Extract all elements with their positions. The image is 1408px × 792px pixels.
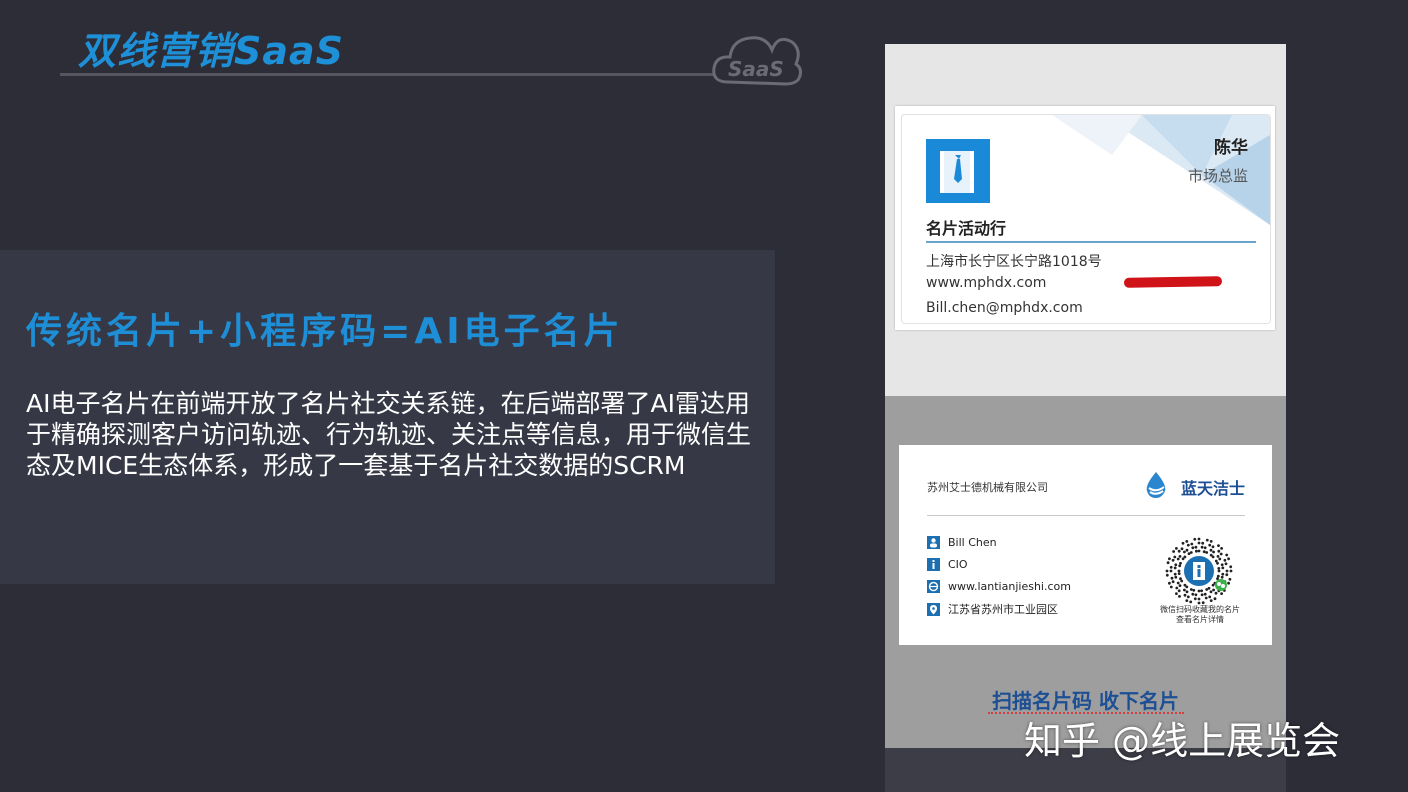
location-icon xyxy=(927,602,940,616)
card2-row-website: www.lantianjieshi.com xyxy=(927,578,1071,594)
panel-body-text: AI电子名片在前端开放了名片社交关系链，在后端部署了AI雷达用于精确探测客户访问… xyxy=(26,389,752,480)
card2-contact-website: www.lantianjieshi.com xyxy=(948,579,1071,593)
zhihu-watermark: 知乎 @线上展览会 xyxy=(1024,719,1341,763)
business-card-1-face: 陈华 市场总监 名片活动行 上海市长宁区长宁路1018号 www.mphdx.c… xyxy=(901,114,1271,324)
card-logo-icon xyxy=(926,139,990,203)
qr-caption-line-2: 查看名片详情 xyxy=(1176,615,1224,624)
business-card-1: 陈华 市场总监 名片活动行 上海市长宁区长宁路1018号 www.mphdx.c… xyxy=(895,106,1275,330)
card-holder-name: 陈华 xyxy=(1214,138,1248,158)
saas-cloud-icon: SaaS xyxy=(712,36,803,86)
card-website: www.mphdx.com xyxy=(926,275,1047,291)
card2-contact-address: 江苏省苏州市工业园区 xyxy=(948,603,1058,616)
card2-row-title: CIO xyxy=(927,556,968,572)
globe-icon xyxy=(927,579,940,593)
card-email: Bill.chen@mphdx.com xyxy=(926,300,1083,316)
panel-heading: 传统名片+小程序码=AI电子名片 xyxy=(26,311,624,352)
card-divider xyxy=(926,241,1256,243)
saas-badge-text: SaaS xyxy=(728,57,784,81)
header-divider xyxy=(60,73,715,76)
card-address: 上海市长宁区长宁路1018号 xyxy=(926,254,1102,270)
card2-contact-name: Bill Chen xyxy=(948,535,997,549)
card2-divider xyxy=(927,515,1245,516)
redacted-phone-mark xyxy=(1123,276,1223,288)
card2-row-name: Bill Chen xyxy=(927,534,997,550)
card2-contact-title: CIO xyxy=(948,557,968,571)
card2-brand-name: 蓝天洁士 xyxy=(1181,479,1246,498)
card-holder-title: 市场总监 xyxy=(1187,167,1248,185)
mini-program-code-icon[interactable] xyxy=(1161,533,1237,609)
water-drop-logo-icon xyxy=(1146,472,1166,498)
qr-caption: 微信扫码收藏我的名片 查看名片详情 xyxy=(1145,605,1255,625)
business-card-2: 苏州艾士德机械有限公司 蓝天洁士 Bill Chen CIO www.lanti… xyxy=(899,445,1272,645)
card2-row-address: 江苏省苏州市工业园区 xyxy=(927,601,1058,617)
card-company-name: 名片活动行 xyxy=(926,219,1007,238)
card2-company-name: 苏州艾士德机械有限公司 xyxy=(927,481,1048,494)
header-title: 双线营销SaaS xyxy=(78,29,345,73)
person-icon xyxy=(927,535,940,549)
qr-caption-line-1: 微信扫码收藏我的名片 xyxy=(1160,605,1240,614)
info-icon xyxy=(927,557,940,571)
